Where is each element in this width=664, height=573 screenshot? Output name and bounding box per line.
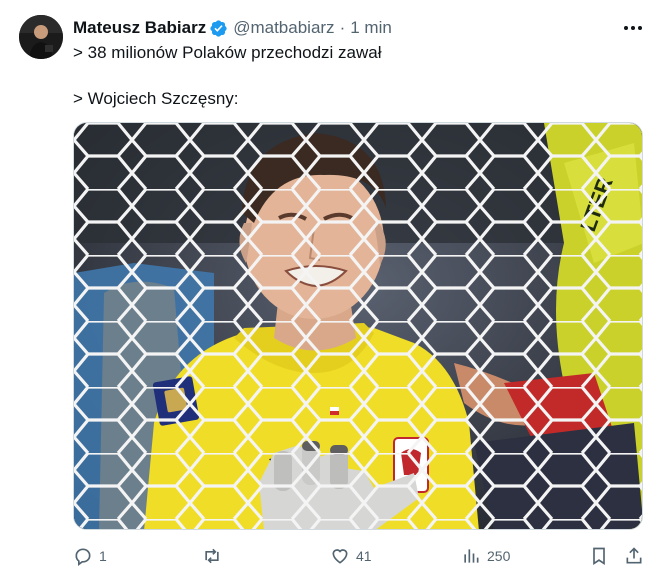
verified-badge-icon bbox=[209, 19, 228, 38]
share-button[interactable] bbox=[624, 545, 644, 567]
like-button[interactable]: 41 bbox=[330, 545, 372, 567]
author-name[interactable]: Mateusz Babiarz bbox=[73, 18, 206, 38]
reply-button[interactable]: 1 bbox=[73, 545, 107, 567]
like-icon bbox=[330, 546, 350, 566]
repost-button[interactable] bbox=[201, 545, 229, 567]
views-icon bbox=[461, 546, 481, 566]
bookmark-button[interactable] bbox=[589, 545, 609, 567]
reply-count: 1 bbox=[99, 548, 107, 564]
tweet-photo[interactable]: LTER bbox=[73, 122, 643, 530]
more-icon[interactable] bbox=[619, 17, 647, 39]
reply-icon bbox=[73, 546, 93, 566]
share-icon bbox=[624, 546, 644, 566]
tweet-text-line-1: > 38 milionów Polaków przechodzi zawał bbox=[73, 43, 382, 62]
views-count: 250 bbox=[487, 548, 511, 564]
bookmark-icon bbox=[589, 546, 609, 566]
action-bar: 1 41 250 bbox=[73, 545, 648, 567]
author-handle[interactable]: @matbabiarz bbox=[233, 18, 334, 38]
views-button[interactable]: 250 bbox=[461, 545, 510, 567]
repost-icon bbox=[201, 546, 223, 566]
tweet-text-line-2: > Wojciech Szczęsny: bbox=[73, 89, 239, 108]
avatar[interactable] bbox=[19, 15, 63, 59]
tweet[interactable]: Mateusz Babiarz @matbabiarz · 1 min > 38… bbox=[0, 0, 664, 573]
tweet-header: Mateusz Babiarz @matbabiarz · 1 min bbox=[73, 17, 392, 39]
timestamp[interactable]: 1 min bbox=[350, 18, 392, 38]
like-count: 41 bbox=[356, 548, 372, 564]
separator-dot: · bbox=[339, 18, 346, 37]
